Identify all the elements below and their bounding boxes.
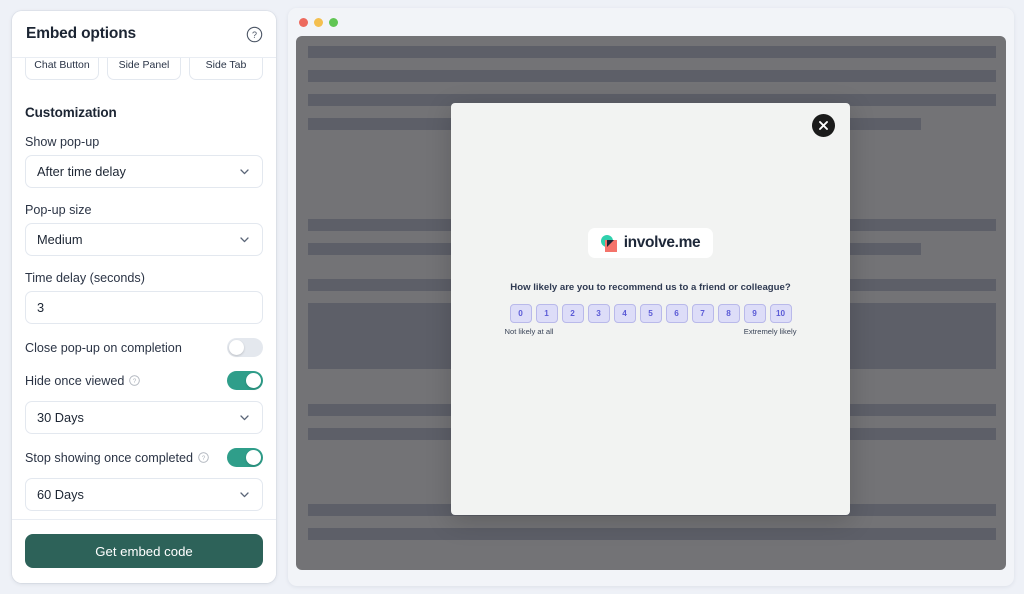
skeleton-bar <box>308 46 996 58</box>
popup-size-value: Medium <box>37 232 83 247</box>
nps-option-10[interactable]: 10 <box>769 304 792 323</box>
nps-low-label: Not likely at all <box>504 327 554 336</box>
hide-once-viewed-duration-select[interactable]: 30 Days <box>25 401 263 434</box>
svg-text:?: ? <box>252 30 257 40</box>
popup-size-label: Pop-up size <box>25 203 92 217</box>
question-circle-icon[interactable]: ? <box>129 375 141 386</box>
stop-once-completed-label: Stop showing once completed <box>25 450 194 465</box>
nps-option-4[interactable]: 4 <box>613 304 636 323</box>
nps-option-1[interactable]: 1 <box>535 304 558 323</box>
hide-once-viewed-toggle[interactable] <box>227 371 263 390</box>
panel-footer: Get embed code <box>12 519 276 583</box>
get-embed-code-button[interactable]: Get embed code <box>25 534 263 568</box>
traffic-light-minimize-icon[interactable] <box>314 17 323 27</box>
survey-popup-modal: involve.me How likely are you to recomme… <box>451 103 850 515</box>
show-popup-label: Show pop-up <box>25 135 100 149</box>
nps-option-2[interactable]: 2 <box>561 304 584 323</box>
nps-option-7[interactable]: 7 <box>691 304 714 323</box>
close-on-completion-label: Close pop-up on completion <box>25 340 182 355</box>
nps-option-5[interactable]: 5 <box>639 304 662 323</box>
nps-option-3[interactable]: 3 <box>587 304 610 323</box>
popup-size-select[interactable]: Medium <box>25 223 263 256</box>
close-on-completion-toggle[interactable] <box>227 338 263 357</box>
stop-once-completed-duration-select[interactable]: 60 Days <box>25 478 263 511</box>
browser-preview: involve.me How likely are you to recomme… <box>288 8 1014 586</box>
logo-text: involve.me <box>623 234 701 251</box>
time-delay-input[interactable]: 3 <box>25 291 263 324</box>
nps-option-6[interactable]: 6 <box>665 304 688 323</box>
panel-header: Embed options ? <box>12 11 276 58</box>
show-popup-value: After time delay <box>37 164 126 179</box>
involve-me-logo-icon <box>600 234 618 252</box>
nps-question: How likely are you to recommend us to a … <box>510 282 791 293</box>
traffic-light-close-icon[interactable] <box>299 17 308 27</box>
nps-scale-labels: Not likely at all Extremely likely <box>505 327 797 336</box>
page-title: Embed options <box>26 25 136 42</box>
nps-option-9[interactable]: 9 <box>743 304 766 323</box>
panel-scroll-area[interactable]: Chat Button Side Panel Side Tab Customiz… <box>12 58 276 519</box>
skeleton-bar <box>308 528 996 540</box>
question-circle-icon[interactable]: ? <box>198 452 209 463</box>
skeleton-bar <box>308 70 996 82</box>
svg-text:?: ? <box>202 455 206 462</box>
involve-me-logo: involve.me <box>587 228 714 258</box>
browser-titlebar <box>288 8 1014 36</box>
tab-chat-button[interactable]: Chat Button <box>25 58 99 80</box>
chevron-down-icon <box>238 165 251 178</box>
hide-once-viewed-row: Hide once viewed ? <box>25 371 263 390</box>
stop-once-completed-duration-value: 60 Days <box>37 487 84 502</box>
close-on-completion-row: Close pop-up on completion <box>25 338 263 357</box>
stop-once-completed-row: Stop showing once completed ? <box>25 448 263 467</box>
svg-text:?: ? <box>133 378 137 385</box>
hide-once-viewed-label: Hide once viewed <box>25 373 125 388</box>
traffic-light-maximize-icon[interactable] <box>329 17 338 27</box>
toggle-knob <box>229 340 244 355</box>
nps-scale: 0 1 2 3 4 5 6 7 8 9 10 <box>509 304 792 323</box>
toggle-knob <box>246 450 261 465</box>
nps-option-0[interactable]: 0 <box>509 304 532 323</box>
help-icon[interactable]: ? <box>246 26 263 43</box>
embed-type-tabs: Chat Button Side Panel Side Tab <box>25 58 263 80</box>
chevron-down-icon <box>238 411 251 424</box>
chevron-down-icon <box>238 233 251 246</box>
close-icon[interactable] <box>812 114 835 137</box>
nps-option-8[interactable]: 8 <box>717 304 740 323</box>
time-delay-label: Time delay (seconds) <box>25 271 145 285</box>
hide-once-viewed-duration-value: 30 Days <box>37 410 84 425</box>
show-popup-select[interactable]: After time delay <box>25 155 263 188</box>
embed-options-panel: Embed options ? Chat Button Side Panel S… <box>12 11 276 583</box>
stop-once-completed-toggle[interactable] <box>227 448 263 467</box>
nps-high-label: Extremely likely <box>743 327 797 336</box>
tab-side-tab[interactable]: Side Tab <box>189 58 263 80</box>
chevron-down-icon <box>238 488 251 501</box>
customization-heading: Customization <box>25 105 117 120</box>
tab-side-panel[interactable]: Side Panel <box>107 58 181 80</box>
toggle-knob <box>246 373 261 388</box>
survey-content: involve.me How likely are you to recomme… <box>451 228 850 336</box>
